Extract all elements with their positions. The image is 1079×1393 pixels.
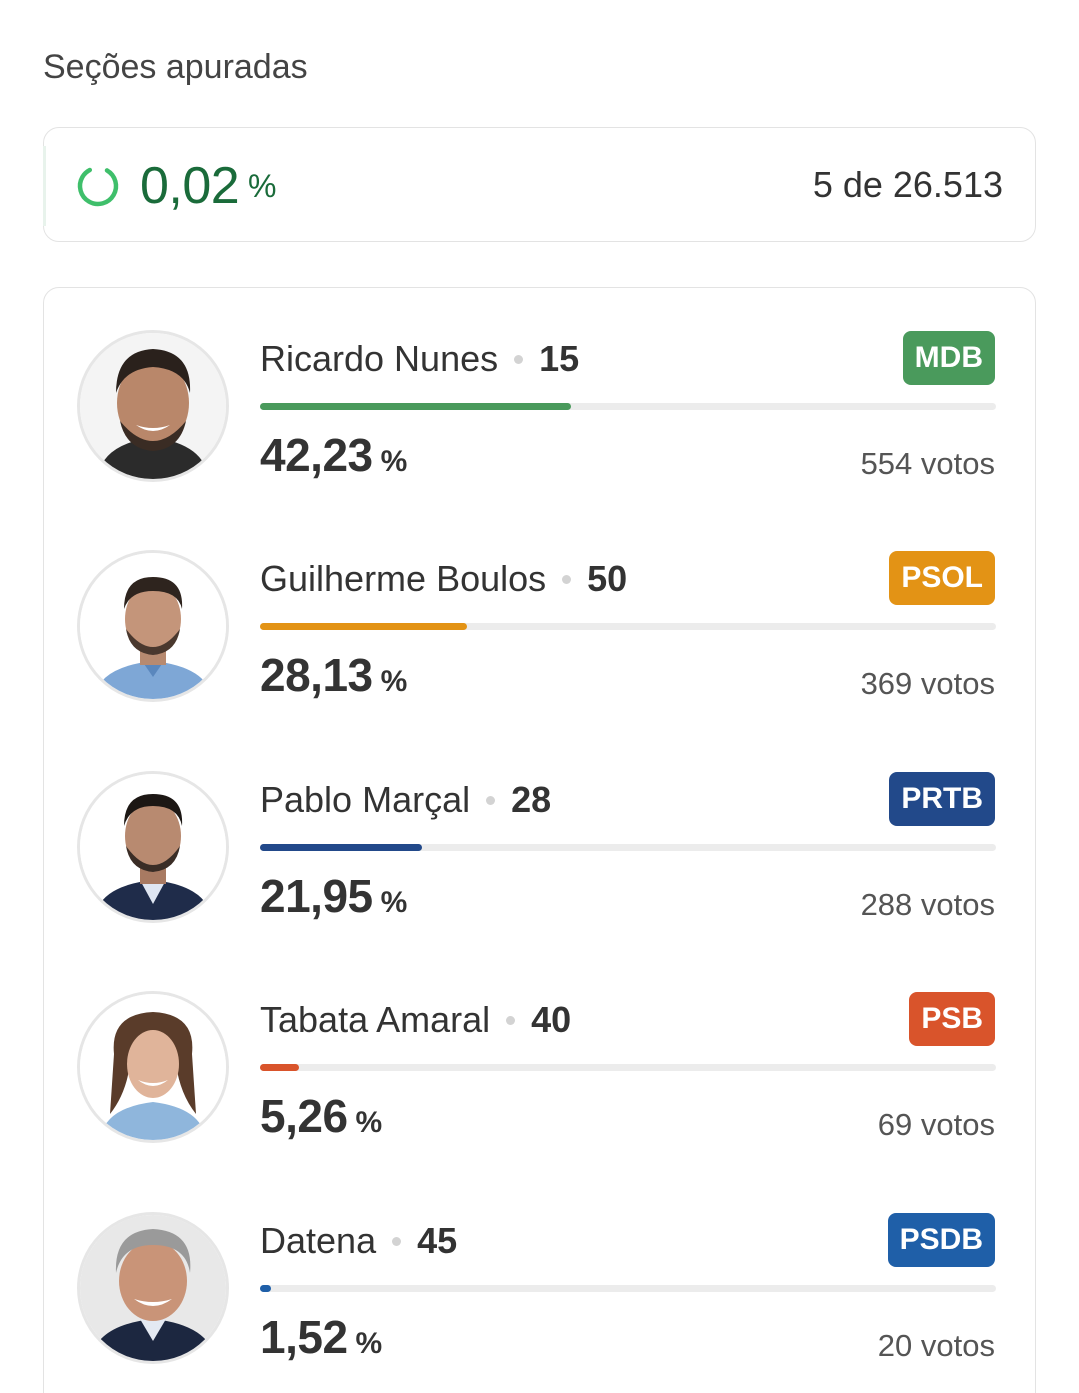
- candidate-name-line: Datena 45: [260, 1220, 457, 1262]
- candidate-avatar: [77, 991, 229, 1143]
- candidate-percent: 28,13: [260, 649, 373, 701]
- vote-bar-fill: [260, 403, 571, 410]
- candidate-number: 15: [539, 338, 580, 379]
- candidate-percent-line: 5,26%: [260, 1089, 382, 1143]
- candidate-percent-symbol: %: [380, 665, 408, 698]
- sections-count: 5 de 26.513: [812, 164, 1003, 205]
- sections-percent-symbol: %: [248, 168, 277, 204]
- candidate-number: 45: [417, 1220, 458, 1261]
- candidate-avatar: [77, 550, 229, 702]
- candidate-votes: 288 votos: [860, 887, 995, 922]
- candidate-avatar: [77, 330, 229, 482]
- candidate-name: Tabata Amaral: [260, 999, 491, 1040]
- separator-dot: [506, 1015, 516, 1025]
- candidate-number: 50: [587, 558, 628, 599]
- candidate-name: Guilherme Boulos: [260, 558, 547, 599]
- candidate-percent-symbol: %: [380, 886, 408, 919]
- candidate-name: Ricardo Nunes: [260, 338, 499, 379]
- separator-dot: [514, 354, 524, 364]
- party-badge: PRTB: [889, 772, 995, 826]
- separator-dot: [486, 795, 496, 805]
- candidate-percent: 42,23: [260, 429, 373, 481]
- results-page: Seções apuradas 0,02 % 5 de 26.513 Ricar…: [0, 0, 1079, 1393]
- party-badge: PSB: [909, 992, 995, 1046]
- vote-bar-track: [260, 1285, 996, 1292]
- candidate-row[interactable]: Datena 45 PSDB 1,52% 20 votos: [44, 1170, 1037, 1370]
- party-badge: PSDB: [887, 1213, 995, 1267]
- candidate-name: Pablo Marçal: [260, 779, 471, 820]
- card-accent: [43, 146, 46, 226]
- sections-progress-card: 0,02 % 5 de 26.513: [43, 127, 1036, 242]
- candidate-row[interactable]: Ricardo Nunes 15 MDB 42,23% 554 votos: [44, 288, 1037, 488]
- candidate-percent-line: 42,23%: [260, 428, 407, 482]
- candidate-row[interactable]: Pablo Marçal 28 PRTB 21,95% 288 votos: [44, 729, 1037, 929]
- candidate-name-line: Ricardo Nunes 15: [260, 338, 579, 380]
- candidate-number: 40: [531, 999, 572, 1040]
- vote-bar-fill: [260, 844, 422, 851]
- separator-dot: [392, 1236, 402, 1246]
- candidate-percent: 5,26: [260, 1090, 348, 1142]
- vote-bar-fill: [260, 623, 468, 630]
- vote-bar-track: [260, 844, 996, 851]
- vote-bar-track: [260, 623, 996, 630]
- candidate-name: Datena: [260, 1220, 377, 1261]
- candidate-percent-symbol: %: [355, 1327, 383, 1360]
- candidate-row[interactable]: Tabata Amaral 40 PSB 5,26% 69 votos: [44, 949, 1037, 1149]
- candidate-votes: 369 votos: [860, 666, 995, 701]
- candidate-percent-line: 21,95%: [260, 869, 407, 923]
- sections-heading: Seções apuradas: [43, 48, 308, 86]
- candidate-votes: 69 votos: [877, 1107, 995, 1142]
- vote-bar-fill: [260, 1064, 299, 1071]
- candidate-avatar: [77, 1212, 229, 1364]
- candidate-percent-symbol: %: [380, 445, 408, 478]
- candidate-name-line: Guilherme Boulos 50: [260, 558, 627, 600]
- party-badge: PSOL: [889, 551, 995, 605]
- candidate-votes: 20 votos: [877, 1328, 995, 1363]
- candidate-percent-line: 28,13%: [260, 648, 407, 702]
- candidate-votes: 554 votos: [860, 446, 995, 481]
- candidate-avatar: [77, 771, 229, 923]
- separator-dot: [562, 574, 572, 584]
- party-badge: MDB: [902, 331, 995, 385]
- loading-ring-icon: [77, 165, 119, 207]
- candidate-percent-line: 1,52%: [260, 1310, 382, 1364]
- candidate-row[interactable]: Guilherme Boulos 50 PSOL 28,13% 369 voto…: [44, 508, 1037, 708]
- candidate-name-line: Tabata Amaral 40: [260, 999, 571, 1041]
- candidates-card: Ricardo Nunes 15 MDB 42,23% 554 votos Gu…: [43, 287, 1036, 1393]
- candidate-percent-symbol: %: [355, 1106, 383, 1139]
- sections-percent: 0,02: [140, 157, 240, 215]
- candidate-number: 28: [511, 779, 552, 820]
- candidate-percent: 21,95: [260, 870, 373, 922]
- candidate-name-line: Pablo Marçal 28: [260, 779, 551, 821]
- vote-bar-track: [260, 403, 996, 410]
- vote-bar-fill: [260, 1285, 272, 1292]
- candidate-percent: 1,52: [260, 1311, 348, 1363]
- vote-bar-track: [260, 1064, 996, 1071]
